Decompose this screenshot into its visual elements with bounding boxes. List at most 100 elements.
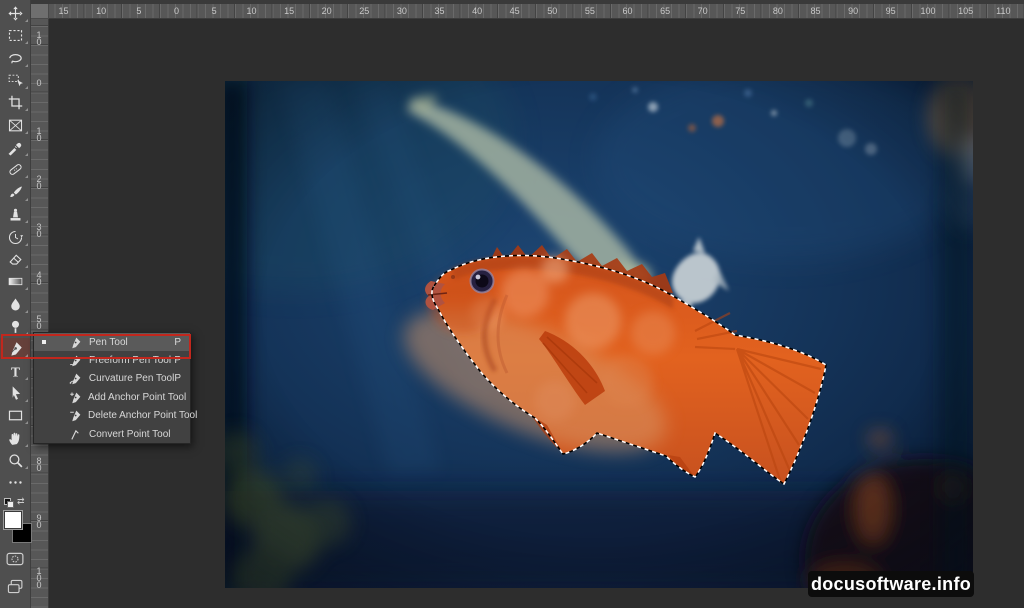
h-ruler-label: 90 — [848, 6, 858, 16]
dodge-tool[interactable] — [0, 316, 30, 337]
menu-item-curvature-pen-tool[interactable]: Curvature Pen ToolP — [34, 370, 190, 388]
vertical-ruler[interactable]: 1 001 02 03 04 05 08 09 01 0 0 — [30, 18, 49, 608]
brush-tool[interactable] — [0, 182, 30, 203]
h-ruler-label: 10 — [246, 6, 256, 16]
hand-tool-icon — [7, 430, 24, 447]
spot-healing-brush-tool[interactable] — [0, 159, 30, 180]
v-ruler-label: 1 0 0 — [30, 568, 48, 589]
h-ruler-label: 20 — [322, 6, 332, 16]
v-ruler-label: 9 0 — [30, 515, 48, 529]
curvature-pen-icon — [69, 372, 83, 385]
watermark-badge: docusoftware.info — [808, 571, 974, 597]
gradient-tool[interactable] — [0, 271, 30, 292]
brush-tool-icon — [7, 184, 24, 201]
menu-item-shortcut: P — [174, 373, 181, 384]
h-ruler-label: 40 — [472, 6, 482, 16]
h-ruler-label: 65 — [660, 6, 670, 16]
path-selection-tool[interactable] — [0, 383, 30, 404]
spot-healing-brush-tool-icon — [7, 161, 24, 178]
zoom-tool-icon — [7, 452, 24, 469]
history-brush-tool[interactable] — [0, 227, 30, 248]
freeform-pen-icon — [69, 354, 83, 367]
h-ruler-label: 75 — [735, 6, 745, 16]
lasso-tool[interactable] — [0, 48, 30, 69]
document-canvas-image[interactable] — [225, 81, 973, 588]
lasso-tool-icon — [7, 50, 24, 67]
h-ruler-label: 55 — [585, 6, 595, 16]
rectangular-marquee-tool-icon — [7, 27, 24, 44]
edit-toolbar-ellipsis[interactable] — [0, 472, 30, 493]
h-ruler-label: 100 — [921, 6, 936, 16]
screen-mode-icon — [7, 579, 24, 594]
h-ruler-label: 25 — [359, 6, 369, 16]
pen-tool-flyout-menu: Pen ToolPFreeform Pen ToolPCurvature Pen… — [33, 332, 191, 444]
dodge-tool-icon — [7, 318, 24, 335]
h-ruler-label: 85 — [810, 6, 820, 16]
delete-anchor-point-icon — [69, 409, 82, 422]
type-tool[interactable]: T — [0, 361, 30, 382]
eyedropper-tool[interactable] — [0, 137, 30, 158]
menu-item-pen-tool[interactable]: Pen ToolP — [34, 333, 190, 351]
v-ruler-label: 2 0 — [30, 176, 48, 190]
canvas-pasteboard[interactable] — [48, 18, 1024, 608]
h-ruler-label: 5 — [136, 6, 141, 16]
h-ruler-label: 105 — [958, 6, 973, 16]
h-ruler-label: 110 — [996, 6, 1010, 16]
frame-tool[interactable] — [0, 115, 30, 136]
move-tool[interactable] — [0, 3, 30, 24]
menu-item-label: Pen Tool — [89, 337, 174, 348]
v-ruler-label: 5 0 — [30, 316, 48, 330]
h-ruler-label: 10 — [96, 6, 106, 16]
add-anchor-point-icon — [69, 391, 82, 404]
h-ruler-label: 5 — [212, 6, 217, 16]
screen-mode-button[interactable] — [0, 575, 30, 597]
tools-panel: ⇄ T — [0, 0, 31, 608]
rectangular-marquee-tool[interactable] — [0, 25, 30, 46]
menu-item-freeform-pen-tool[interactable]: Freeform Pen ToolP — [34, 351, 190, 369]
menu-item-shortcut: P — [174, 355, 181, 366]
swap-colors-icon[interactable]: ⇄ — [17, 496, 25, 507]
watermark-text: docusoftware.info — [811, 574, 971, 595]
eyedropper-tool-icon — [7, 139, 24, 156]
path-selection-tool-icon — [7, 385, 24, 402]
menu-item-label: Freeform Pen Tool — [89, 355, 174, 366]
pen-icon — [69, 336, 83, 349]
h-ruler-label: 95 — [886, 6, 896, 16]
default-colors-icon[interactable] — [4, 498, 13, 507]
h-ruler-label: 30 — [397, 6, 407, 16]
quick-mask-mode-button[interactable] — [0, 548, 30, 570]
h-ruler-label: 70 — [698, 6, 708, 16]
foreground-color-swatch[interactable] — [3, 510, 23, 530]
eraser-tool[interactable] — [0, 249, 30, 270]
pen-tool-icon — [7, 340, 24, 357]
h-ruler-label: 45 — [510, 6, 520, 16]
h-ruler-label: 0 — [174, 6, 179, 16]
gradient-tool-icon — [7, 273, 24, 290]
horizontal-ruler[interactable]: 1510505101520253035404550556065707580859… — [30, 4, 1024, 19]
v-ruler-label: 8 0 — [30, 458, 48, 472]
clone-stamp-tool[interactable] — [0, 204, 30, 225]
crop-tool[interactable] — [0, 92, 30, 113]
menu-item-shortcut: P — [174, 337, 181, 348]
shape-tool[interactable] — [0, 405, 30, 426]
zoom-tool[interactable] — [0, 450, 30, 471]
v-ruler-label: 3 0 — [30, 224, 48, 238]
menu-item-label: Convert Point Tool — [89, 429, 181, 440]
type-tool-icon: T — [7, 363, 24, 380]
pen-tool[interactable] — [0, 338, 30, 359]
h-ruler-label: 60 — [622, 6, 632, 16]
clone-stamp-tool-icon — [7, 206, 24, 223]
h-ruler-label: 50 — [547, 6, 557, 16]
menu-item-convert-point-tool[interactable]: Convert Point Tool — [34, 425, 190, 443]
menu-item-add-anchor-point-tool[interactable]: Add Anchor Point Tool — [34, 388, 190, 406]
menu-item-label: Add Anchor Point Tool — [88, 392, 186, 403]
frame-tool-icon — [7, 117, 24, 134]
hand-tool[interactable] — [0, 428, 30, 449]
h-ruler-label: 80 — [773, 6, 783, 16]
blur-tool[interactable] — [0, 294, 30, 315]
menu-item-delete-anchor-point-tool[interactable]: Delete Anchor Point Tool — [34, 407, 190, 425]
object-selection-tool[interactable] — [0, 70, 30, 91]
underwater-photo — [225, 81, 973, 588]
shape-tool-icon — [7, 407, 24, 424]
ruler-origin-corner[interactable] — [30, 4, 49, 19]
